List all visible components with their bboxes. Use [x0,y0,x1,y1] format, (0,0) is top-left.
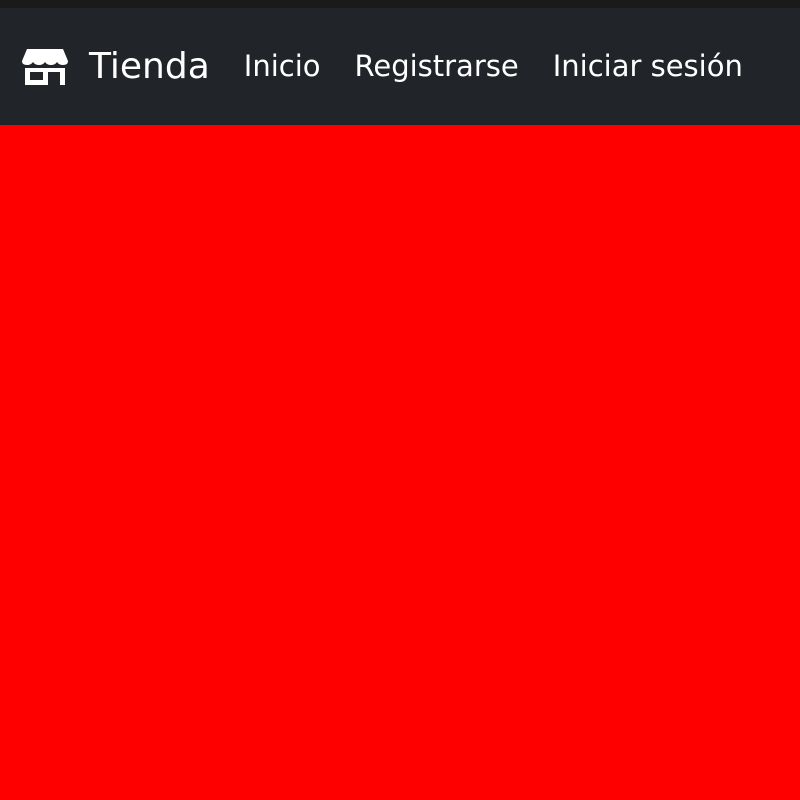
page: Tienda Inicio Registrarse Iniciar sesión [0,0,800,800]
nav-link-registrarse[interactable]: Registrarse [355,52,519,81]
brand-label: Tienda [89,45,210,87]
navbar: Tienda Inicio Registrarse Iniciar sesión [0,8,800,125]
store-icon [21,47,69,87]
nav-links: Inicio Registrarse Iniciar sesión [244,52,743,81]
navbar-brand[interactable]: Tienda [21,47,210,87]
nav-link-inicio[interactable]: Inicio [244,52,321,81]
nav-link-iniciar-sesion[interactable]: Iniciar sesión [553,52,743,81]
top-strip [0,0,800,8]
